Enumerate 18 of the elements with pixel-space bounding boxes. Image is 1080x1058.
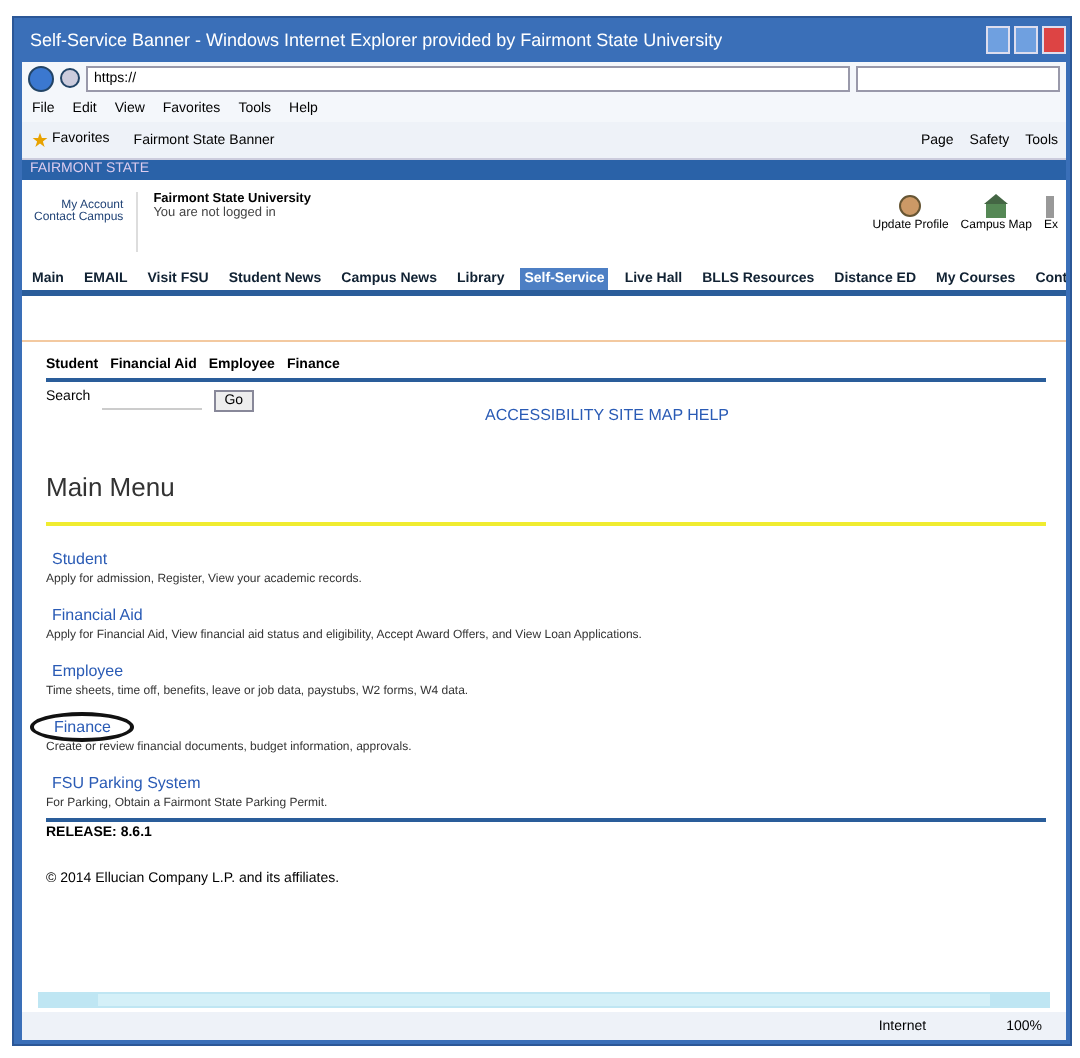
star-icon bbox=[32, 132, 48, 148]
minimize-button[interactable] bbox=[986, 26, 1010, 54]
horizontal-scrollbar[interactable] bbox=[38, 992, 1050, 1008]
maximize-button[interactable] bbox=[1014, 26, 1038, 54]
close-button[interactable] bbox=[1042, 26, 1066, 54]
back-button[interactable] bbox=[28, 65, 54, 91]
hand-icon bbox=[896, 192, 925, 220]
menu-link[interactable]: Student bbox=[46, 548, 114, 570]
forward-button[interactable] bbox=[60, 68, 80, 88]
site-links[interactable]: ACCESSIBILITY SITE MAP HELP bbox=[485, 406, 729, 424]
menu-link[interactable]: Finance bbox=[30, 712, 135, 742]
page-title: Main Menu bbox=[46, 472, 177, 502]
search-field[interactable] bbox=[856, 65, 1060, 91]
menu-link[interactable]: Financial Aid bbox=[46, 604, 149, 626]
menu-link[interactable]: FSU Parking System bbox=[46, 772, 207, 794]
building-icon bbox=[982, 192, 1011, 220]
window-title: Self-Service Banner - Windows Internet Explorer provided by Fairmont State University bbox=[30, 30, 723, 50]
menu-link[interactable]: Employee bbox=[46, 660, 130, 682]
